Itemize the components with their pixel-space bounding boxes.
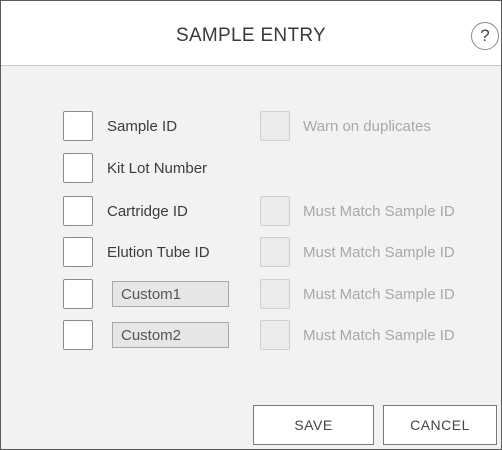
custom1-must-match-checkbox[interactable] — [260, 279, 290, 309]
custom1-must-match-label: Must Match Sample ID — [303, 286, 455, 303]
custom1-input[interactable] — [112, 281, 229, 307]
dialog-title: SAMPLE ENTRY — [175, 25, 326, 46]
warn-on-duplicates-label: Warn on duplicates — [303, 118, 431, 135]
dialog-header: SAMPLE ENTRY ? — [1, 1, 501, 66]
custom2-checkbox[interactable] — [63, 320, 93, 350]
save-button[interactable]: SAVE — [253, 405, 374, 445]
sample-id-label: Sample ID — [107, 118, 178, 135]
custom2-input[interactable] — [112, 322, 229, 348]
custom2-must-match-checkbox[interactable] — [260, 320, 290, 350]
custom1-checkbox[interactable] — [63, 279, 93, 309]
cartridge-id-label: Cartridge ID — [107, 203, 188, 220]
cartridge-must-match-label: Must Match Sample ID — [303, 203, 455, 220]
cartridge-must-match-checkbox[interactable] — [260, 196, 290, 226]
elution-tube-id-checkbox[interactable] — [63, 237, 93, 267]
elution-tube-id-label: Elution Tube ID — [107, 244, 210, 261]
elution-tube-must-match-checkbox[interactable] — [260, 237, 290, 267]
kit-lot-number-checkbox[interactable] — [63, 153, 93, 183]
elution-tube-must-match-label: Must Match Sample ID — [303, 244, 455, 261]
cartridge-id-checkbox[interactable] — [63, 196, 93, 226]
cancel-button[interactable]: CANCEL — [383, 405, 497, 445]
warn-on-duplicates-checkbox[interactable] — [260, 111, 290, 141]
sample-id-checkbox[interactable] — [63, 111, 93, 141]
custom2-must-match-label: Must Match Sample ID — [303, 327, 455, 344]
sample-entry-dialog: SAMPLE ENTRY ? Sample ID Warn on duplica… — [0, 0, 502, 450]
help-button[interactable]: ? — [471, 22, 499, 50]
kit-lot-number-label: Kit Lot Number — [107, 160, 208, 177]
